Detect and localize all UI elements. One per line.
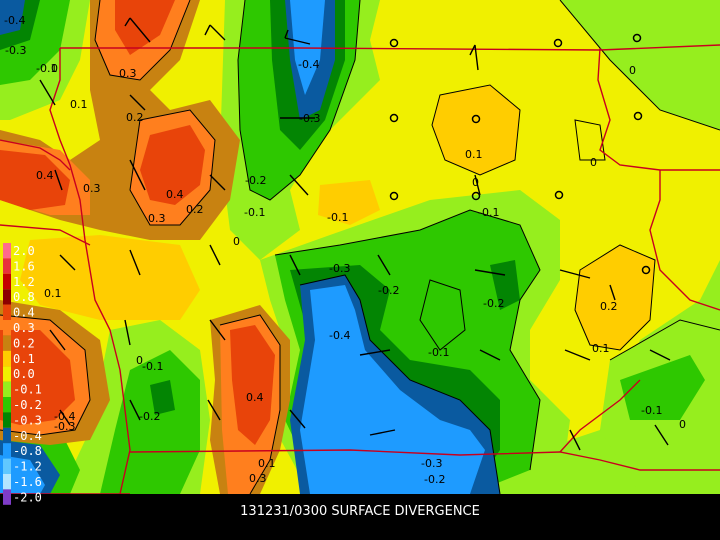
contour-value-label: 0 [679,418,686,431]
legend-swatch [3,427,11,444]
legend-label: -1.2 [13,460,42,474]
legend-swatch [3,458,11,474]
contour-value-label: 0.4 [166,188,184,201]
contour-value-label: 0.1 [44,287,62,300]
legend-swatch [3,335,11,351]
contour-value-label: 0.2 [186,203,204,216]
legend-swatch [3,412,11,428]
legend-label: -0.1 [13,383,42,397]
legend-swatch [3,443,11,459]
legend-label: 1.6 [13,259,35,273]
legend-swatch [3,381,11,397]
legend-swatch [3,474,11,490]
legend-swatch [3,273,11,290]
contour-value-label: 0.3 [83,182,101,195]
legend-label: -0.3 [13,413,42,427]
contour-value-label: -0.4 [4,14,25,27]
contour-value-label: 0 [233,235,240,248]
contour-value-label: -0.3 [329,262,350,275]
contour-value-label: -0.2 [424,473,445,486]
contour-value-label: -0.1 [327,211,348,224]
legend-swatch [3,243,11,259]
contour-value-label: -0.4 [298,58,319,71]
contour-value-label: 0.3 [119,67,137,80]
contour-value-label: -0.1 [641,404,662,417]
contour-value-label: 0.4 [36,169,54,182]
contour-field: -0.4-0.3-0.100.10.30.20.40.3 0.40.30.20-0… [0,0,720,494]
legend-label: 0.2 [13,336,35,350]
legend-label: 1.2 [13,275,35,289]
legend-label: 2.0 [13,244,35,258]
legend-label: 0.4 [13,306,35,320]
legend-label: -0.8 [13,444,42,458]
contour-value-label: -0.4 [329,329,350,342]
contour-value-label: -0.3 [299,112,320,125]
map-caption: 131231/0300 SURFACE DIVERGENCE [240,504,480,519]
legend-label: 0.1 [13,352,35,366]
legend-swatch [3,489,11,505]
contour-value-label: 0.1 [465,148,483,161]
legend-swatch [3,366,11,382]
contour-value-label: -0.1 [142,360,163,373]
contour-value-label: 0.1 [592,342,610,355]
contour-value-label: -0.1 [428,346,449,359]
contour-value-label: -0.2 [483,297,504,310]
contour-value-label: -0.1 [478,206,499,219]
legend-swatch [3,320,11,336]
contour-value-label: -0.2 [378,284,399,297]
contour-value-label: 0.1 [70,98,88,111]
legend-swatch [3,258,11,274]
contour-value-label: 0.2 [126,111,144,124]
legend-label: -0.4 [13,429,42,443]
legend-swatch [3,304,11,320]
legend-label: -0.2 [13,398,42,412]
contour-value-label: 0 [472,176,479,189]
legend-label: 0.3 [13,321,35,335]
contour-value-label: 0.2 [600,300,618,313]
divergence-map: -0.4-0.3-0.100.10.30.20.40.3 0.40.30.20-0… [0,0,720,519]
contour-value-label: 0.1 [258,457,276,470]
legend-swatch [3,397,11,413]
contour-value-label: -0.2 [139,410,160,423]
legend-label: 0.0 [13,367,35,381]
contour-value-label: -0.3 [5,44,26,57]
contour-value-label: -0.1 [244,206,265,219]
legend-swatch [3,350,11,367]
contour-value-label: -0.2 [245,174,266,187]
contour-value-label: 0.3 [148,212,166,225]
contour-value-label: -0.3 [421,457,442,470]
legend-label: -1.6 [13,475,42,489]
legend-label: -2.0 [13,490,42,504]
contour-value-label: 0.3 [249,472,267,485]
contour-value-label: -0.3 [54,420,75,433]
legend-label: 0.8 [13,290,35,304]
contour-value-label: 0.4 [246,391,264,404]
legend-swatch [3,289,11,305]
contour-value-label: 0 [51,62,58,75]
contour-value-label: 0 [629,64,636,77]
contour-value-label: 0 [590,156,597,169]
